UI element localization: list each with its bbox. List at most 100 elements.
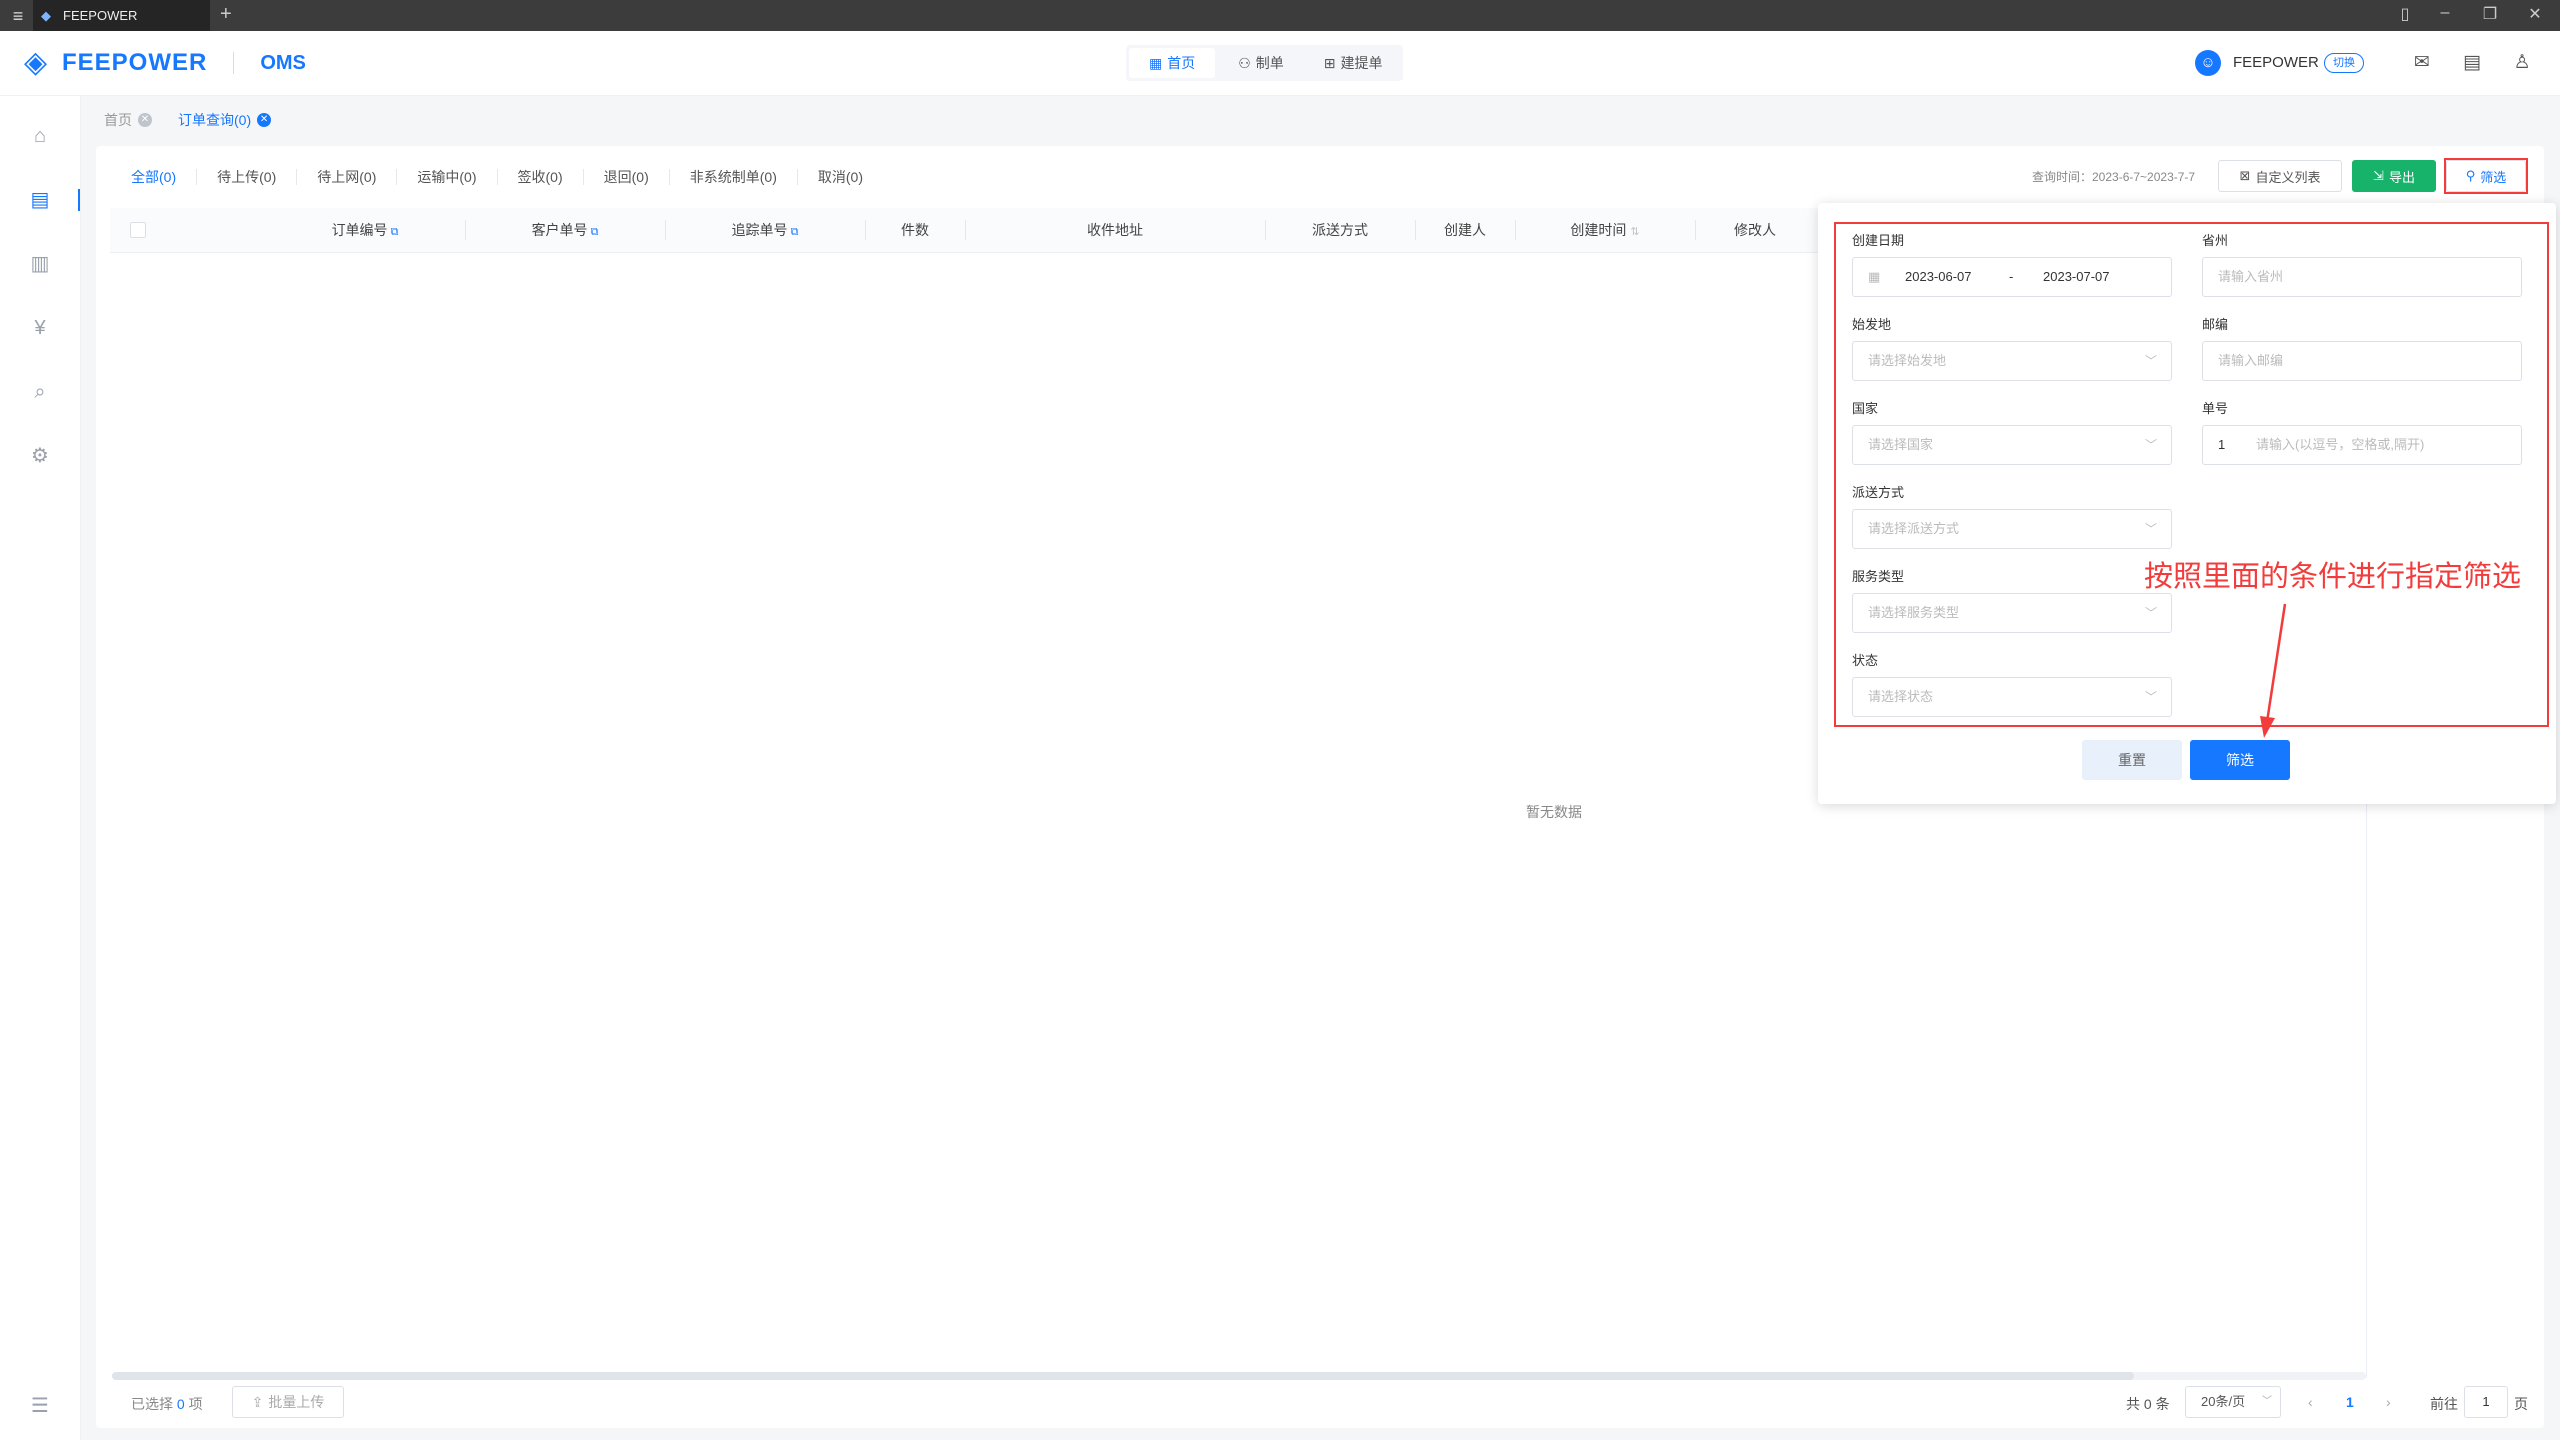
breadcrumb-home[interactable]: 首页 ✕ xyxy=(104,110,152,130)
col-customer-no[interactable]: 客户单号 ⧉ xyxy=(465,208,665,252)
tab-non-system[interactable]: 非系统制单(0) xyxy=(670,169,798,185)
breadcrumb-order-query[interactable]: 订单查询(0) ✕ xyxy=(178,110,272,130)
status-select[interactable]: 请选择状态 ﹀ xyxy=(1852,677,2172,717)
sidebar-orders-icon[interactable]: ▤ xyxy=(28,188,52,212)
prev-page-icon[interactable]: ‹ xyxy=(2308,1394,2313,1410)
nav-create-bill[interactable]: ⊞ 建提单 xyxy=(1304,45,1403,81)
sidebar-settings-icon[interactable]: ⚙ xyxy=(28,444,52,468)
upload-icon: ⇪ xyxy=(251,1393,264,1410)
submit-filter-button[interactable]: 筛选 xyxy=(2190,740,2290,780)
product-name: OMS xyxy=(260,51,306,74)
province-label: 省州 xyxy=(2202,233,2229,248)
nav-create-order-label: 制单 xyxy=(1255,55,1284,71)
hamburger-menu-icon[interactable]: ≡ xyxy=(8,6,28,26)
close-tab-icon[interactable]: ✕ xyxy=(138,113,152,127)
batch-upload-label: 批量上传 xyxy=(268,1394,325,1410)
export-label: 导出 xyxy=(2388,169,2415,185)
select-all-checkbox[interactable] xyxy=(130,222,146,238)
delivery-label: 派送方式 xyxy=(1852,485,1905,500)
calendar-icon[interactable]: ▤ xyxy=(2460,51,2484,75)
highlight-filter-fields xyxy=(1834,222,2549,727)
brand-divider xyxy=(233,52,235,74)
copy-icon[interactable]: ⧉ xyxy=(391,226,399,238)
query-time: 查询时间：2023-6-7~2023-7-7 xyxy=(2032,170,2196,184)
chevron-down-icon: ﹀ xyxy=(2144,354,2157,368)
next-page-icon[interactable]: › xyxy=(2386,1394,2391,1410)
pin-icon[interactable]: ▯ xyxy=(2390,4,2420,24)
col-tracking-no[interactable]: 追踪单号 ⧉ xyxy=(665,208,865,252)
country-select[interactable]: 请选择国家 ﹀ xyxy=(1852,425,2172,465)
tab-pending-online[interactable]: 待上网(0) xyxy=(297,169,398,185)
new-tab-icon[interactable]: + xyxy=(220,3,232,26)
tab-cancelled[interactable]: 取消(0) xyxy=(798,169,883,185)
sidebar-search-doc-icon[interactable]: ⌕ xyxy=(28,380,52,404)
sidebar-forms-icon[interactable]: ▥ xyxy=(28,252,52,276)
col-creator-label: 创建人 xyxy=(1444,222,1486,238)
delivery-select[interactable]: 请选择派送方式 ﹀ xyxy=(1852,509,2172,549)
selection-suffix: 项 xyxy=(188,1396,203,1412)
columns-icon: ⊠ xyxy=(2239,168,2251,183)
brand-logo[interactable]: ◈ FEEPOWER OMS xyxy=(24,47,306,79)
empty-state-text: 暂无数据 xyxy=(1526,804,1582,820)
current-page[interactable]: 1 xyxy=(2346,1394,2354,1410)
col-order-no[interactable]: 订单编号 ⧉ xyxy=(265,208,465,252)
col-created-time[interactable]: 创建时间 ⇅ xyxy=(1515,208,1695,252)
sidebar-finance-icon[interactable]: ¥ xyxy=(28,316,52,340)
nav-create-bill-label: 建提单 xyxy=(1340,55,1383,71)
browser-tab[interactable]: ◆ FEEPOWER xyxy=(33,0,210,31)
message-icon[interactable]: ✉ xyxy=(2410,51,2434,75)
close-tab-icon[interactable]: ✕ xyxy=(257,113,272,127)
chevron-down-icon: ﹀ xyxy=(2262,1396,2272,1407)
chevron-down-icon: ﹀ xyxy=(2144,690,2157,704)
service-select[interactable]: 请选择服务类型 ﹀ xyxy=(1852,593,2172,633)
chevron-down-icon: ﹀ xyxy=(2144,438,2157,452)
goto-page-input[interactable]: 1 xyxy=(2464,1386,2508,1418)
switch-account-button[interactable]: 切换 xyxy=(2324,53,2364,73)
tab-signed[interactable]: 签收(0) xyxy=(498,169,584,185)
province-input[interactable]: 请输入省州 xyxy=(2202,257,2522,297)
close-window-icon[interactable]: ✕ xyxy=(2520,4,2550,24)
create-date-range[interactable]: ▦ 2023-06-07 - 2023-07-07 xyxy=(1852,257,2172,297)
delivery-placeholder: 请选择派送方式 xyxy=(1868,521,1960,536)
country-placeholder: 请选择国家 xyxy=(1868,437,1934,452)
brand-name: FEEPOWER xyxy=(62,49,208,76)
goto-label: 前往 xyxy=(2430,1396,2458,1412)
horizontal-scrollbar[interactable] xyxy=(112,1372,2134,1380)
nav-create-order[interactable]: ⚇ 制单 xyxy=(1218,45,1304,81)
nav-home[interactable]: ▦ 首页 xyxy=(1129,48,1216,78)
page-size-select[interactable]: 20条/页 ﹀ xyxy=(2185,1386,2281,1418)
number-label: 单号 xyxy=(2202,401,2229,416)
annotation-text: 按照里面的条件进行指定筛选 xyxy=(2144,561,2522,593)
calendar-icon: ▦ xyxy=(1868,269,1881,284)
tab-in-transit[interactable]: 运输中(0) xyxy=(397,169,498,185)
status-tabs: 全部(0) 待上传(0) 待上网(0) 运输中(0) 签收(0) 退回(0) 非… xyxy=(116,162,883,192)
tab-returned[interactable]: 退回(0) xyxy=(584,169,670,185)
breadcrumb-home-label: 首页 xyxy=(104,112,132,128)
number-input[interactable]: 1 请输入(以逗号，空格或,隔开) xyxy=(2202,425,2522,465)
tab-pending-upload[interactable]: 待上传(0) xyxy=(197,169,298,185)
profile-icon[interactable]: ♙ xyxy=(2510,51,2534,75)
col-pieces-label: 件数 xyxy=(901,222,929,238)
export-button[interactable]: ⇲ 导出 xyxy=(2352,160,2436,192)
minimize-icon[interactable]: – xyxy=(2430,4,2460,22)
batch-upload-button[interactable]: ⇪ 批量上传 xyxy=(232,1386,344,1418)
highlight-filter-button xyxy=(2444,158,2528,194)
origin-select[interactable]: 请选择始发地 ﹀ xyxy=(1852,341,2172,381)
date-start: 2023-06-07 xyxy=(1905,269,1972,284)
copy-icon[interactable]: ⧉ xyxy=(791,226,799,238)
copy-icon[interactable]: ⧉ xyxy=(591,226,599,238)
user-avatar-icon[interactable]: ☺ xyxy=(2195,50,2221,76)
top-navigation: ▦ 首页 ⚇ 制单 ⊞ 建提单 xyxy=(1126,45,1403,81)
annotation-arrow xyxy=(2260,603,2287,738)
pagination-total: 共 0 条 xyxy=(2126,1396,2170,1412)
zip-input[interactable]: 请输入邮编 xyxy=(2202,341,2522,381)
tab-all[interactable]: 全部(0) xyxy=(116,169,198,185)
sort-icon[interactable]: ⇅ xyxy=(1630,226,1639,238)
sidebar-home-icon[interactable]: ⌂ xyxy=(28,124,52,148)
number-placeholder: 请输入(以逗号，空格或,隔开) xyxy=(2256,437,2425,452)
restore-icon[interactable]: ❐ xyxy=(2475,4,2505,24)
col-pieces: 件数 xyxy=(865,208,965,252)
sidebar-collapse-icon[interactable]: ☰ xyxy=(28,1394,52,1418)
reset-button[interactable]: 重置 xyxy=(2082,740,2182,780)
custom-columns-button[interactable]: ⊠ 自定义列表 xyxy=(2218,160,2342,192)
